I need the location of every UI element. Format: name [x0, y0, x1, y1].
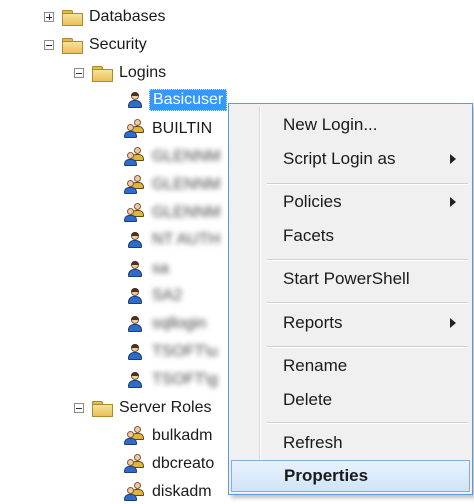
menu-item-delete[interactable]: Delete [231, 384, 470, 416]
login-label: BUILTIN [152, 120, 213, 137]
role-label: diskadm [152, 483, 212, 500]
login-item[interactable]: GLENNM [124, 201, 220, 225]
group-icon [124, 482, 146, 502]
collapse-icon[interactable] [44, 40, 54, 50]
menu-item-facets[interactable]: Facets [231, 220, 470, 252]
user-icon [126, 91, 144, 109]
login-label: TSOFT\u [152, 343, 218, 360]
menu-item-script-login-as[interactable]: Script Login as [231, 143, 470, 175]
collapse-icon[interactable] [74, 403, 84, 413]
folder-icon [92, 65, 113, 82]
group-icon [124, 119, 146, 139]
login-item[interactable]: NT AUTH [126, 228, 220, 252]
login-label: TSOFT\g [152, 371, 218, 388]
login-item-basicuser[interactable]: Basicuser [126, 88, 228, 112]
group-icon [124, 175, 146, 195]
menu-separator [267, 259, 468, 261]
menu-item-reports[interactable]: Reports [231, 307, 470, 339]
menu-item-label: Reports [283, 313, 343, 332]
menu-item-refresh[interactable]: Refresh [231, 427, 470, 459]
menu-item-label: New Login... [283, 115, 378, 134]
menu-item-label: Facets [283, 226, 335, 245]
tree-node-server-roles[interactable]: Server Roles [74, 396, 211, 420]
login-label: GLENNM [152, 176, 221, 193]
menu-separator [267, 422, 468, 424]
login-label: GLENNM [152, 204, 221, 221]
login-label: SA2 [152, 287, 183, 304]
login-item[interactable]: TSOFT\u [126, 340, 218, 364]
role-label: bulkadm [152, 427, 213, 444]
folder-icon [62, 37, 83, 54]
login-label: NT AUTH [152, 231, 221, 248]
menu-item-label: Script Login as [283, 149, 396, 168]
login-item[interactable]: sqllogin [126, 312, 206, 336]
role-item[interactable]: dbcreato [124, 452, 214, 476]
login-item[interactable]: TSOFT\g [126, 368, 218, 392]
tree-node-label: Server Roles [119, 399, 212, 416]
user-icon [126, 371, 144, 389]
tree-node-databases[interactable]: Databases [44, 5, 166, 29]
menu-item-label: Refresh [283, 433, 343, 452]
menu-item-label: Rename [283, 356, 348, 375]
tree-node-label: Logins [119, 64, 167, 81]
submenu-arrow-icon [450, 197, 456, 207]
menu-item-policies[interactable]: Policies [231, 186, 470, 218]
login-label: sqllogin [152, 315, 207, 332]
group-icon [124, 426, 146, 446]
expand-icon[interactable] [44, 12, 54, 22]
folder-icon [62, 9, 83, 26]
tree-node-security[interactable]: Security [44, 33, 147, 57]
group-icon [124, 147, 146, 167]
menu-item-label: Delete [283, 390, 333, 409]
menu-separator [267, 183, 468, 185]
user-icon [126, 343, 144, 361]
login-label: GLENNM [152, 148, 221, 165]
group-icon [124, 454, 146, 474]
tree-node-logins[interactable]: Logins [74, 61, 166, 85]
folder-icon [92, 400, 113, 417]
role-item[interactable]: diskadm [124, 480, 212, 504]
user-icon [126, 231, 144, 249]
login-item[interactable]: BUILTIN [124, 117, 212, 141]
context-menu: New Login... Script Login as Policies Fa… [228, 103, 473, 495]
tree-node-label: Security [89, 36, 147, 53]
login-label: Basicuser [149, 89, 228, 111]
login-item[interactable]: GLENNM [124, 145, 220, 169]
login-item[interactable]: SA2 [126, 284, 182, 308]
group-icon [124, 203, 146, 223]
submenu-arrow-icon [450, 154, 456, 164]
collapse-icon[interactable] [74, 68, 84, 78]
menu-separator [267, 302, 468, 304]
login-label: sa [152, 260, 169, 277]
menu-separator [267, 346, 468, 348]
menu-item-properties[interactable]: Properties [231, 460, 470, 492]
tree-node-label: Databases [89, 8, 166, 25]
menu-item-label: Start PowerShell [283, 269, 410, 288]
menu-item-label: Policies [283, 192, 342, 211]
menu-item-rename[interactable]: Rename [231, 350, 470, 382]
user-icon [126, 287, 144, 305]
user-icon [126, 260, 144, 278]
menu-item-label: Properties [284, 466, 369, 485]
menu-item-new-login[interactable]: New Login... [231, 109, 470, 141]
role-item[interactable]: bulkadm [124, 424, 212, 448]
submenu-arrow-icon [450, 318, 456, 328]
login-item[interactable]: GLENNM [124, 173, 220, 197]
menu-item-start-powershell[interactable]: Start PowerShell [231, 263, 470, 295]
role-label: dbcreato [152, 455, 215, 472]
user-icon [126, 315, 144, 333]
login-item[interactable]: sa [126, 257, 169, 281]
